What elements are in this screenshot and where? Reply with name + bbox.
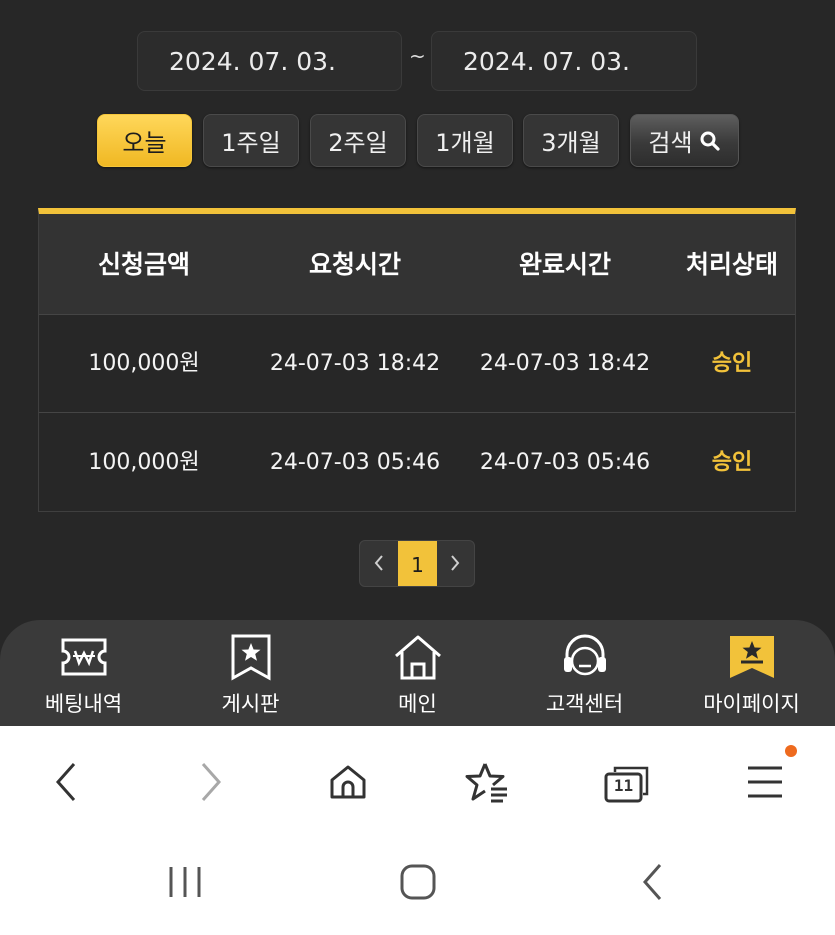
- page-next-button[interactable]: [436, 541, 474, 586]
- period-today-label: 오늘: [122, 129, 167, 157]
- end-date-value: 2024. 07. 03.: [463, 46, 630, 76]
- cell-status: 승인: [711, 351, 753, 376]
- header-status: 처리상태: [685, 250, 778, 279]
- browser-home-button[interactable]: [318, 754, 378, 814]
- period-today-button[interactable]: 오늘: [97, 114, 192, 167]
- system-nav-bar: [0, 836, 835, 935]
- app-content: 2024. 07. 03. ~ 2024. 07. 03. 오늘 1주일 2주일…: [0, 0, 835, 726]
- browser-tabs-button[interactable]: 11: [596, 754, 656, 814]
- cell-requested-time: 24-07-03 18:42: [269, 351, 441, 376]
- cell-amount: 100,000원: [88, 351, 200, 376]
- cell-status: 승인: [711, 450, 753, 475]
- system-home-button[interactable]: [383, 854, 453, 914]
- search-button-label: 검색: [648, 129, 693, 157]
- period-1week-label: 1주일: [221, 129, 281, 157]
- period-2weeks-button[interactable]: 2주일: [310, 114, 406, 167]
- cell-completed-time: 24-07-03 18:42: [479, 351, 651, 376]
- recent-apps-icon: [167, 865, 203, 903]
- search-button[interactable]: 검색: [630, 114, 739, 167]
- menu-icon: [746, 764, 784, 804]
- page-current-label: 1: [411, 552, 424, 577]
- start-date-field[interactable]: 2024. 07. 03.: [137, 31, 402, 91]
- recent-apps-button[interactable]: [150, 854, 220, 914]
- back-icon: [52, 760, 82, 808]
- betting-ticket-icon: [58, 632, 110, 682]
- chevron-left-icon: [373, 553, 385, 577]
- cell-requested-time: 24-07-03 05:46: [269, 450, 441, 475]
- bookmarks-icon: [465, 761, 509, 807]
- header-completed-time: 완료시간: [518, 250, 611, 279]
- chevron-right-icon: [449, 553, 461, 577]
- date-separator: ~: [409, 44, 426, 68]
- system-back-icon: [640, 862, 666, 906]
- period-3months-label: 3개월: [541, 129, 601, 157]
- period-1month-button[interactable]: 1개월: [417, 114, 513, 167]
- start-date-value: 2024. 07. 03.: [169, 46, 336, 76]
- nav-item-customer-center[interactable]: 고객센터: [501, 620, 668, 726]
- withdrawal-history-table: 신청금액 요청시간 완료시간 처리상태 100,000원 24-07-03 18…: [38, 208, 796, 512]
- header-amount: 신청금액: [97, 250, 190, 279]
- home-icon: [392, 632, 444, 682]
- nav-item-my-page[interactable]: 마이페이지: [668, 620, 835, 726]
- nav-item-main[interactable]: 메인: [334, 620, 501, 726]
- cell-completed-time: 24-07-03 05:46: [479, 450, 651, 475]
- table-header: 신청금액 요청시간 완료시간 처리상태: [39, 214, 795, 315]
- nav-label-my-page: 마이페이지: [703, 692, 800, 716]
- browser-toolbar: 11: [0, 726, 835, 836]
- table-row: 100,000원 24-07-03 18:42 24-07-03 18:42 승…: [39, 315, 795, 413]
- nav-label-betting-history: 베팅내역: [44, 692, 123, 716]
- period-2weeks-label: 2주일: [328, 129, 388, 157]
- tabs-icon: 11: [603, 764, 649, 804]
- period-3months-button[interactable]: 3개월: [523, 114, 619, 167]
- cell-amount: 100,000원: [88, 450, 200, 475]
- page-prev-button[interactable]: [360, 541, 398, 586]
- browser-bookmarks-button[interactable]: [457, 754, 517, 814]
- forward-icon: [195, 760, 225, 808]
- nav-item-board[interactable]: 게시판: [167, 620, 334, 726]
- nav-label-customer-center: 고객센터: [545, 692, 624, 716]
- my-page-star-icon: [726, 632, 778, 682]
- browser-menu-button[interactable]: [735, 754, 795, 814]
- period-1month-label: 1개월: [435, 129, 495, 157]
- home-icon: [328, 762, 368, 806]
- end-date-field[interactable]: 2024. 07. 03.: [431, 31, 697, 91]
- period-1week-button[interactable]: 1주일: [203, 114, 299, 167]
- table-row: 100,000원 24-07-03 05:46 24-07-03 05:46 승…: [39, 414, 795, 512]
- notification-dot: [785, 745, 797, 757]
- page-current-button[interactable]: 1: [398, 541, 437, 586]
- bottom-nav: 베팅내역 게시판 메인 고객센터 마이페이지: [0, 620, 835, 726]
- bookmark-star-icon: [225, 632, 277, 682]
- system-home-icon: [399, 863, 437, 905]
- pagination: 1: [359, 540, 475, 587]
- nav-item-betting-history[interactable]: 베팅내역: [0, 620, 167, 726]
- tabs-count: 11: [613, 776, 634, 795]
- header-requested-time: 요청시간: [308, 250, 401, 279]
- headset-icon: [559, 632, 611, 682]
- nav-label-main: 메인: [398, 692, 437, 716]
- search-icon: [699, 130, 721, 152]
- nav-label-board: 게시판: [221, 692, 280, 716]
- browser-forward-button[interactable]: [180, 754, 240, 814]
- browser-back-button[interactable]: [37, 754, 97, 814]
- system-back-button[interactable]: [618, 854, 688, 914]
